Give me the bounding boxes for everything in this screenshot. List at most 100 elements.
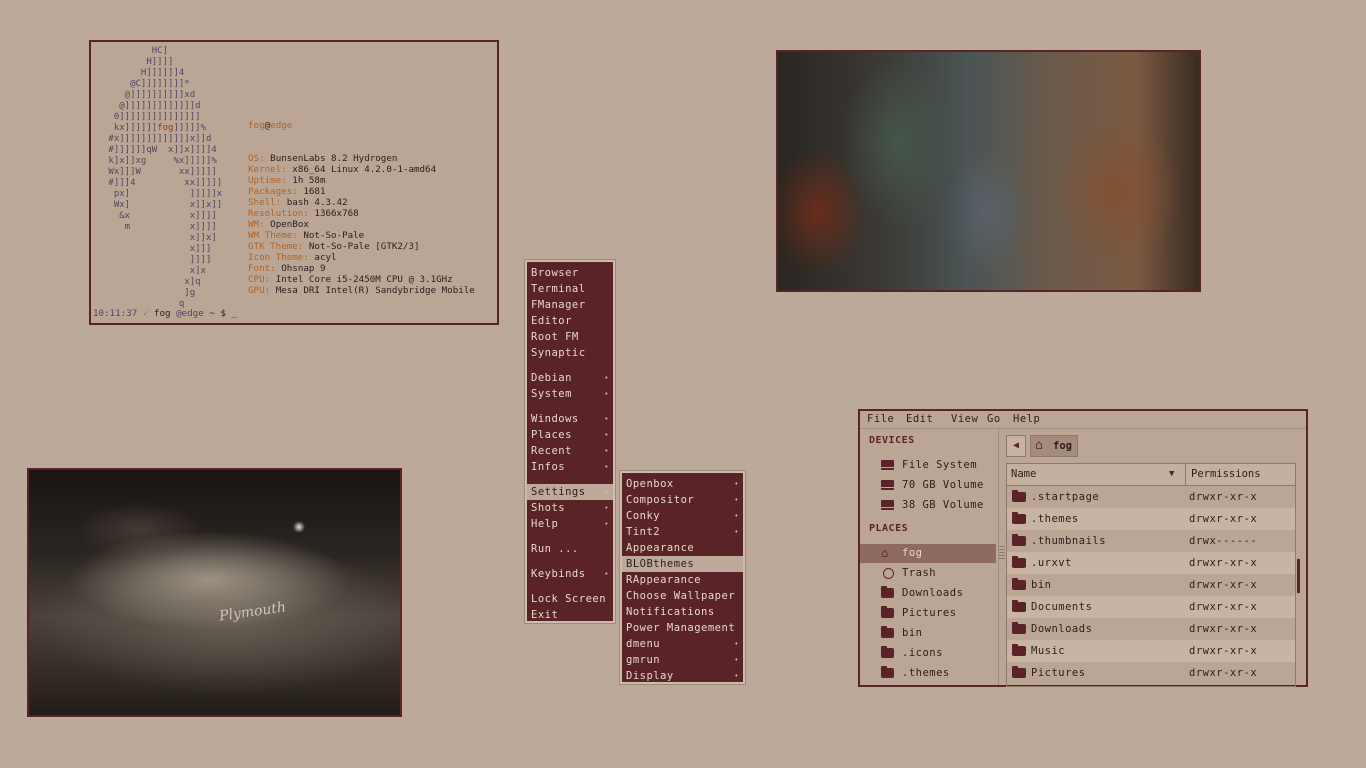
file-manager-window[interactable]: File Edit View Go Help DEVICES File System 70 … [858, 409, 1308, 687]
menu-item-windows[interactable]: Windows • [527, 411, 613, 427]
menu-item-settings[interactable]: Settings • [527, 484, 613, 500]
menu-item-exit[interactable]: Exit [527, 607, 613, 623]
sidebar-item-label: Pictures [902, 607, 957, 619]
file-row[interactable]: .themes drwxr-xr-x [1007, 508, 1295, 530]
menu-item-compositor[interactable]: Compositor • [622, 492, 743, 508]
menu-item-label: Windows [531, 413, 579, 425]
menu-item-choose-wallpaper[interactable]: Choose Wallpaper [622, 588, 743, 604]
menu-item-system[interactable]: System • [527, 386, 613, 402]
menu-item-shots[interactable]: Shots • [527, 500, 613, 516]
menu-edit[interactable]: Edit [906, 413, 933, 425]
info-key: Font: [248, 263, 276, 274]
sidebar-place-fog[interactable]: ⌂ fog [860, 544, 996, 563]
info-key: CPU: [248, 274, 271, 285]
menu-item-terminal[interactable]: Terminal [527, 281, 613, 297]
menu-file[interactable]: File [867, 413, 894, 425]
sidebar-device-38-gb-volume[interactable]: 38 GB Volume [860, 496, 996, 515]
sidebar-item-label: .themes [902, 667, 950, 679]
file-permissions: drwxr-xr-x [1189, 623, 1258, 635]
info-value: Ohsnap 9 [281, 263, 326, 274]
terminal-window[interactable]: HC] H]]]] H]]]]]]4 @C]]]]]]]]* @]]]]]]]]… [89, 40, 499, 325]
menu-item-debian[interactable]: Debian • [527, 370, 613, 386]
info-row: CPU: Intel Core i5-2450M CPU @ 3.1GHz [248, 274, 475, 285]
menu-view[interactable]: View [951, 413, 978, 425]
home-icon: ⌂ [1035, 438, 1043, 453]
ascii-line: @]]]]]]]]]]]]]d [103, 101, 201, 111]
sidebar-place-trash[interactable]: Trash [860, 564, 996, 583]
menu-item-label: FManager [531, 299, 586, 311]
file-row[interactable]: Documents drwxr-xr-x [1007, 596, 1295, 618]
menu-item-label: Root FM [531, 331, 579, 343]
sidebar-place-pictures[interactable]: Pictures [860, 604, 996, 623]
column-permissions[interactable]: Permissions [1191, 464, 1261, 485]
trash-icon [883, 568, 894, 579]
sidebar-device-70-gb-volume[interactable]: 70 GB Volume [860, 476, 996, 495]
menu-item-help[interactable]: Help • [527, 516, 613, 532]
info-row: Font: Ohsnap 9 [248, 263, 475, 274]
menu-item-fmanager[interactable]: FManager [527, 297, 613, 313]
file-permissions: drwxr-xr-x [1189, 513, 1258, 525]
menu-item-appearance[interactable]: Appearance [622, 540, 743, 556]
scrollbar[interactable] [1297, 559, 1300, 593]
menu-help[interactable]: Help [1013, 413, 1040, 425]
sidebar-place-downloads[interactable]: Downloads [860, 584, 996, 603]
shell-prompt[interactable]: 10:11:37 ✓ fog @edge ~ $ _ [93, 308, 237, 319]
settings-submenu[interactable]: Openbox • Compositor • Conky • Tint2 • Appearanc… [620, 471, 745, 684]
info-row: Resolution: 1366x768 [248, 208, 475, 219]
menu-item-dmenu[interactable]: dmenu • [622, 636, 743, 652]
path-crumb-home[interactable]: ⌂ fog [1030, 435, 1078, 457]
sidebar-item-label: .icons [902, 647, 943, 659]
menu-item-rappearance[interactable]: RAppearance [622, 572, 743, 588]
folder-icon [881, 626, 894, 638]
sidebar-place-bin[interactable]: bin [860, 624, 996, 643]
sidebar-place-icons[interactable]: .icons [860, 644, 996, 663]
ascii-line: k]x]]xg %x]]]]]% [103, 156, 217, 166]
menu-item-openbox[interactable]: Openbox • [622, 476, 743, 492]
menu-item-root-fm[interactable]: Root FM [527, 329, 613, 345]
menu-item-gmrun[interactable]: gmrun • [622, 652, 743, 668]
file-row[interactable]: .urxvt drwxr-xr-x [1007, 552, 1295, 574]
menu-item-power-management[interactable]: Power Management [622, 620, 743, 636]
submenu-arrow-icon: • [734, 656, 739, 664]
root-menu[interactable]: Browser Terminal FManager Editor Root FM Syna… [525, 260, 615, 623]
submenu-arrow-icon: • [604, 390, 609, 398]
menu-item-synaptic[interactable]: Synaptic [527, 345, 613, 361]
info-value: Intel Core i5-2450M CPU @ 3.1GHz [275, 274, 453, 285]
info-key: Uptime: [248, 175, 287, 186]
file-name: Pictures [1031, 667, 1086, 679]
menu-go[interactable]: Go [987, 413, 1001, 425]
column-separator[interactable] [1185, 464, 1186, 485]
menu-item-recent[interactable]: Recent • [527, 443, 613, 459]
menu-item-notifications[interactable]: Notifications [622, 604, 743, 620]
ascii-user-highlight: fog [157, 123, 174, 133]
menu-item-infos[interactable]: Infos • [527, 459, 613, 475]
file-row[interactable]: .thumbnails drwx------ [1007, 530, 1295, 552]
file-list[interactable]: Name ▼ Permissions .startpage drwxr-xr-x.… [1006, 463, 1296, 687]
info-value: x86_64 Linux 4.2.0-1-amd64 [292, 164, 437, 175]
file-row[interactable]: Downloads drwxr-xr-x [1007, 618, 1295, 640]
info-value: OpenBox [270, 219, 309, 230]
check-icon: ✓ [142, 308, 149, 319]
menu-item-places[interactable]: Places • [527, 427, 613, 443]
file-row[interactable]: Pictures drwxr-xr-x [1007, 662, 1295, 684]
column-name[interactable]: Name [1011, 464, 1036, 485]
file-row[interactable]: .startpage drwxr-xr-x [1007, 486, 1295, 508]
file-permissions: drwxr-xr-x [1189, 645, 1258, 657]
menu-item-lock-screen[interactable]: Lock Screen [527, 591, 613, 607]
menu-item-browser[interactable]: Browser [527, 265, 613, 281]
file-row[interactable]: bin drwxr-xr-x [1007, 574, 1295, 596]
back-button[interactable]: ◀ [1006, 435, 1026, 457]
info-key: WM: [248, 219, 265, 230]
sidebar-place-themes[interactable]: .themes [860, 664, 996, 683]
menu-item-keybinds[interactable]: Keybinds • [527, 566, 613, 582]
menu-item-run[interactable]: Run ... [527, 541, 613, 557]
sort-down-icon[interactable]: ▼ [1169, 464, 1174, 485]
menu-item-editor[interactable]: Editor [527, 313, 613, 329]
ascii-line: Wx] x]]x]] [103, 200, 223, 210]
menu-item-display[interactable]: Display • [622, 668, 743, 684]
file-row[interactable]: Music drwxr-xr-x [1007, 640, 1295, 662]
menu-item-tint2[interactable]: Tint2 • [622, 524, 743, 540]
menu-item-conky[interactable]: Conky • [622, 508, 743, 524]
menu-item-blobthemes[interactable]: BLOBthemes [622, 556, 743, 572]
sidebar-device-file-system[interactable]: File System [860, 456, 996, 475]
